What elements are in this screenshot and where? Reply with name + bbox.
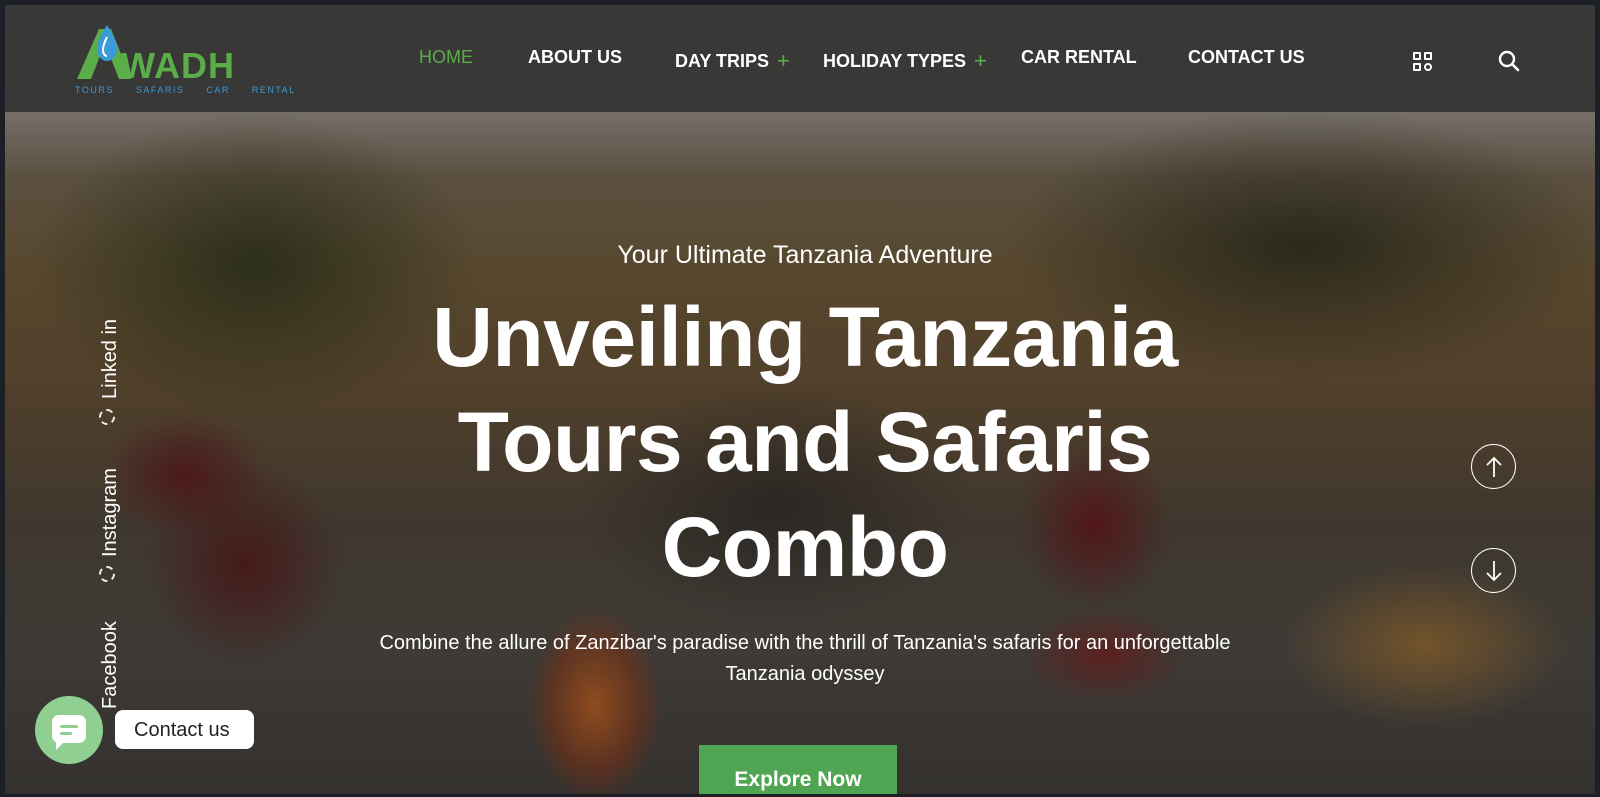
nav-item-label: HOME xyxy=(419,47,473,67)
expand-plus-icon[interactable]: + xyxy=(777,48,790,73)
chat-icon xyxy=(52,715,86,750)
hero-title: Unveiling Tanzania Tours and Safaris Com… xyxy=(432,290,1178,594)
site-header: WADH TOURS SAFARIS CAR RENTAL HOME ABOUT… xyxy=(5,5,1595,112)
nav-item-label: DAY TRIPS xyxy=(675,51,770,71)
contact-us-label[interactable]: Contact us xyxy=(115,710,254,749)
slide-down-button[interactable] xyxy=(1471,548,1516,593)
arrow-down-icon xyxy=(1486,561,1502,582)
nav-item-about-us[interactable]: ABOUT US xyxy=(528,47,622,68)
hero-subtitle: Your Ultimate Tanzania Adventure xyxy=(617,241,993,269)
expand-plus-icon[interactable]: + xyxy=(974,48,987,73)
social-link-facebook[interactable]: Facebook xyxy=(99,509,122,709)
hero-description: Combine the allure of Zanzibar's paradis… xyxy=(379,632,1231,685)
browser-viewport: WADH TOURS SAFARIS CAR RENTAL HOME ABOUT… xyxy=(0,0,1600,797)
nav-item-holiday-types[interactable]: HOLIDAY TYPES + xyxy=(823,47,987,73)
social-links: Linked in Instagram Facebook xyxy=(99,301,123,721)
nav-item-contact-us[interactable]: CONTACT US xyxy=(1188,47,1305,68)
nav-item-label: HOLIDAY TYPES xyxy=(823,51,967,71)
logo-tagline: TOURS SAFARIS CAR RENTAL xyxy=(75,85,296,95)
nav-item-label: CONTACT US xyxy=(1188,47,1305,67)
explore-now-button[interactable]: Explore Now xyxy=(699,745,897,794)
nav-item-home[interactable]: HOME xyxy=(419,47,473,68)
nav-item-car-rental[interactable]: CAR RENTAL xyxy=(1021,47,1137,68)
nav-item-label: ABOUT US xyxy=(528,47,622,67)
chat-button[interactable] xyxy=(35,696,103,764)
slide-up-button[interactable] xyxy=(1471,444,1516,489)
nav-item-day-trips[interactable]: DAY TRIPS + xyxy=(675,47,790,73)
nav-item-label: CAR RENTAL xyxy=(1021,47,1137,67)
arrow-up-icon xyxy=(1486,456,1502,477)
grid-menu-icon[interactable] xyxy=(1413,52,1433,72)
main-navigation: HOME ABOUT US DAY TRIPS + HOLIDAY TYPES + … xyxy=(5,47,1595,73)
search-icon[interactable] xyxy=(1498,50,1520,72)
